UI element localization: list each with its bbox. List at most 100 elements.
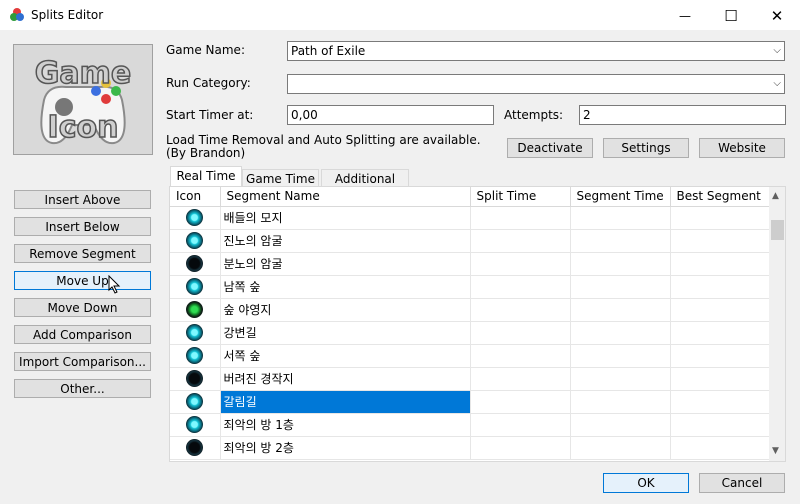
segment-icon-cell[interactable] [170,321,221,345]
move-down-button[interactable]: Move Down [14,298,151,317]
import-comparison-button[interactable]: Import Comparison... [14,352,151,371]
segment-name-cell[interactable]: 배들의 모지 [220,206,471,230]
best-segment-cell[interactable] [670,321,771,345]
maximize-button[interactable]: ☐ [708,0,754,31]
deactivate-button[interactable]: Deactivate [507,138,593,158]
attempts-input[interactable]: 2 [579,105,786,125]
best-segment-cell[interactable] [670,206,771,230]
segment-time-cell[interactable] [570,344,671,368]
segment-icon-cell[interactable] [170,413,221,437]
table-row[interactable]: 죄악의 방 2층 [170,436,771,460]
table-row[interactable]: 분노의 암굴 [170,252,771,276]
column-header-best-segment[interactable]: Best Segment [670,187,771,207]
table-row[interactable]: 버려진 경작지 [170,367,771,391]
table-row[interactable]: 배들의 모지 [170,206,771,230]
column-header-segment-name[interactable]: Segment Name [220,187,471,207]
split-time-cell[interactable] [470,275,571,299]
add-comparison-button[interactable]: Add Comparison [14,325,151,344]
segment-time-cell[interactable] [570,229,671,253]
maximize-icon: ☐ [724,6,738,25]
cancel-button[interactable]: Cancel [699,473,785,493]
column-header-split-time[interactable]: Split Time [470,187,571,207]
move-up-button[interactable]: Move Up [14,271,151,290]
table-row[interactable]: 숲 야영지 [170,298,771,322]
minimize-button[interactable]: — [662,0,708,31]
segment-name-cell[interactable]: 강변길 [220,321,471,345]
best-segment-cell[interactable] [670,229,771,253]
table-row[interactable]: 갈림길 [170,390,771,414]
segment-time-cell[interactable] [570,390,671,414]
column-header-icon[interactable]: Icon [170,187,221,207]
segment-time-cell[interactable] [570,321,671,345]
game-icon-box[interactable]: Game Icon [13,44,153,155]
segment-icon [186,209,204,226]
scroll-down-icon[interactable]: ▼ [772,446,779,456]
run-category-combo[interactable]: ⌵ [287,74,785,94]
best-segment-cell[interactable] [670,390,771,414]
split-time-cell[interactable] [470,413,571,437]
scroll-up-icon[interactable]: ▲ [772,191,779,201]
ok-button[interactable]: OK [603,473,689,493]
tab-real-time[interactable]: Real Time [170,166,242,188]
split-time-cell[interactable] [470,390,571,414]
split-time-cell[interactable] [470,298,571,322]
table-row[interactable]: 서쪽 숲 [170,344,771,368]
scrollbar-thumb[interactable] [771,220,784,240]
segment-name-cell[interactable]: 서쪽 숲 [220,344,471,368]
segment-icon-cell[interactable] [170,390,221,414]
start-timer-input[interactable]: 0,00 [287,105,494,125]
segment-time-cell[interactable] [570,367,671,391]
vertical-scrollbar[interactable]: ▲ ▼ [769,187,785,461]
segment-time-cell[interactable] [570,206,671,230]
split-time-cell[interactable] [470,229,571,253]
split-time-cell[interactable] [470,367,571,391]
segment-time-cell[interactable] [570,252,671,276]
split-time-cell[interactable] [470,436,571,460]
game-name-combo[interactable]: Path of Exile ⌵ [287,41,785,61]
other-button[interactable]: Other... [14,379,151,398]
table-row[interactable]: 진노의 암굴 [170,229,771,253]
close-button[interactable]: ✕ [754,0,800,31]
segment-time-cell[interactable] [570,413,671,437]
website-button[interactable]: Website [699,138,785,158]
segment-time-cell[interactable] [570,298,671,322]
best-segment-cell[interactable] [670,413,771,437]
best-segment-cell[interactable] [670,275,771,299]
segment-icon-cell[interactable] [170,367,221,391]
segment-icon-cell[interactable] [170,252,221,276]
column-header-segment-time[interactable]: Segment Time [570,187,671,207]
segment-icon-cell[interactable] [170,275,221,299]
segment-icon-cell[interactable] [170,298,221,322]
table-row[interactable]: 강변길 [170,321,771,345]
segment-name-cell[interactable]: 숲 야영지 [220,298,471,322]
remove-segment-button[interactable]: Remove Segment [14,244,151,263]
split-time-cell[interactable] [470,252,571,276]
segment-name-cell[interactable]: 갈림길 [220,390,471,414]
segment-name-cell[interactable]: 죄악의 방 1층 [220,413,471,437]
segment-time-cell[interactable] [570,436,671,460]
segment-name-cell[interactable]: 남쪽 숲 [220,275,471,299]
segment-name-cell[interactable]: 죄악의 방 2층 [220,436,471,460]
segment-name-cell[interactable]: 버려진 경작지 [220,367,471,391]
table-row[interactable]: 죄악의 방 1층 [170,413,771,437]
segment-icon-cell[interactable] [170,436,221,460]
best-segment-cell[interactable] [670,367,771,391]
segment-icon-cell[interactable] [170,206,221,230]
best-segment-cell[interactable] [670,436,771,460]
best-segment-cell[interactable] [670,298,771,322]
segment-time-cell[interactable] [570,275,671,299]
table-row[interactable]: 남쪽 숲 [170,275,771,299]
insert-below-button[interactable]: Insert Below [14,217,151,236]
segment-icon-cell[interactable] [170,229,221,253]
best-segment-cell[interactable] [670,252,771,276]
best-segment-cell[interactable] [670,344,771,368]
segment-name-cell[interactable]: 분노의 암굴 [220,252,471,276]
split-time-cell[interactable] [470,321,571,345]
insert-above-button[interactable]: Insert Above [14,190,151,209]
split-time-cell[interactable] [470,206,571,230]
segment-name-cell[interactable]: 진노의 암굴 [220,229,471,253]
settings-button[interactable]: Settings [603,138,689,158]
segments-grid[interactable]: Icon Segment Name Split Time Segment Tim… [169,186,786,462]
segment-icon-cell[interactable] [170,344,221,368]
split-time-cell[interactable] [470,344,571,368]
